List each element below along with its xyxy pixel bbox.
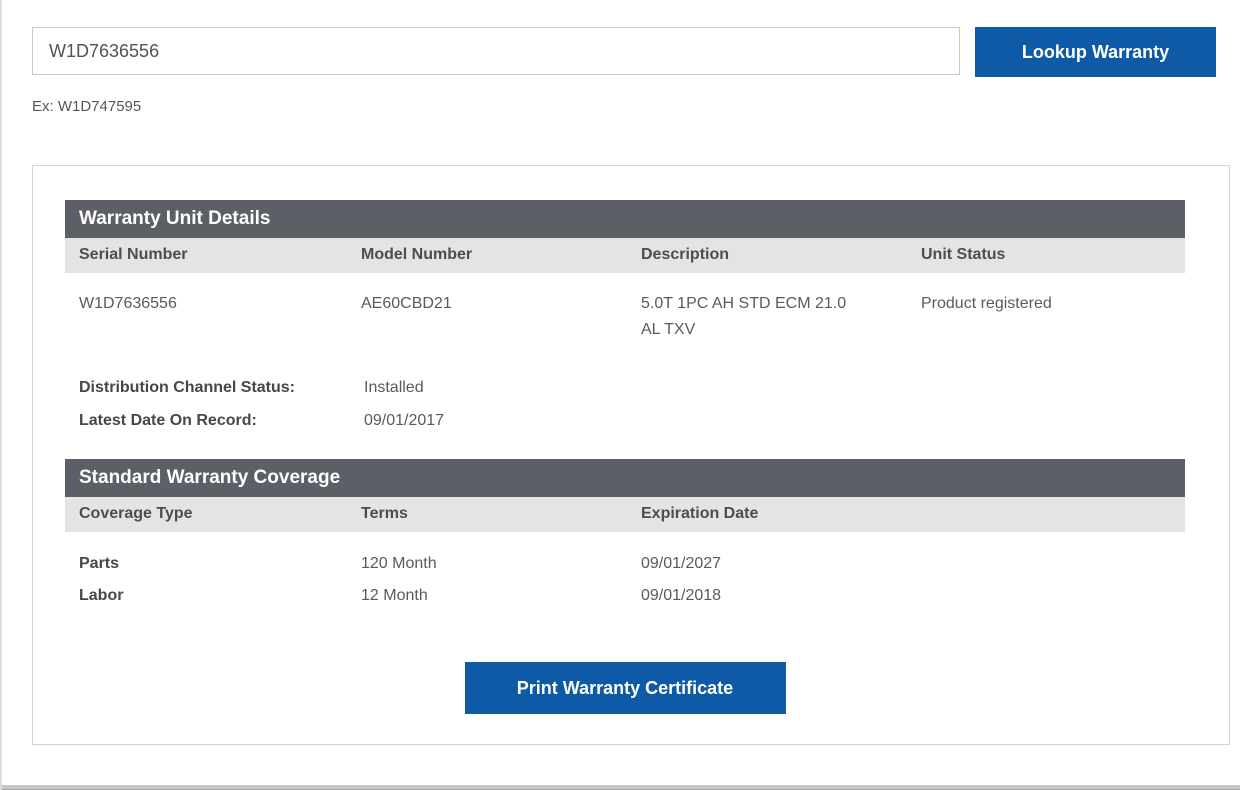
lookup-warranty-button[interactable]: Lookup Warranty [975, 27, 1216, 77]
column-header-terms: Terms [347, 505, 627, 523]
coverage-terms-value: 120 Month [347, 548, 627, 580]
column-header-description: Description [627, 246, 907, 264]
coverage-terms-value: 12 Month [347, 580, 627, 612]
coverage-type-value: Labor [65, 580, 347, 612]
latest-date-on-record-value: 09/01/2017 [347, 404, 1185, 437]
warranty-results-panel: Warranty Unit Details Serial Number Mode… [32, 165, 1230, 745]
coverage-expiration-value: 09/01/2027 [627, 548, 1185, 580]
distribution-channel-status-label: Distribution Channel Status: [65, 371, 347, 404]
serial-number-input[interactable] [32, 27, 960, 75]
column-header-coverage-type: Coverage Type [65, 505, 347, 523]
warranty-lookup-page: Lookup Warranty Ex: W1D747595 Warranty U… [0, 0, 1240, 790]
unit-details-row: W1D7636556 AE60CBD21 5.0T 1PC AH STD ECM… [65, 291, 1185, 343]
distribution-channel-status-value: Installed [347, 371, 1185, 404]
coverage-rows: Parts 120 Month 09/01/2027 Labor 12 Mont… [65, 548, 1185, 612]
column-header-model-number: Model Number [347, 246, 627, 264]
coverage-row-labor: Labor 12 Month 09/01/2018 [65, 580, 1185, 612]
description-value: 5.0T 1PC AH STD ECM 21.0 AL TXV [627, 291, 907, 343]
unit-details-section-header: Warranty Unit Details [65, 200, 1185, 238]
unit-details-column-headers: Serial Number Model Number Description U… [65, 238, 1185, 273]
column-header-expiration-date: Expiration Date [627, 505, 1185, 523]
print-button-container: Print Warranty Certificate [65, 662, 1185, 714]
column-header-serial-number: Serial Number [65, 246, 347, 264]
unit-status-value: Product registered [907, 291, 1185, 343]
coverage-row-parts: Parts 120 Month 09/01/2027 [65, 548, 1185, 580]
coverage-expiration-value: 09/01/2018 [627, 580, 1185, 612]
serial-example-hint: Ex: W1D747595 [32, 98, 1240, 115]
latest-date-on-record-row: Latest Date On Record: 09/01/2017 [65, 404, 1185, 437]
coverage-section-header: Standard Warranty Coverage [65, 459, 1185, 497]
model-number-value: AE60CBD21 [347, 291, 627, 343]
coverage-column-headers: Coverage Type Terms Expiration Date [65, 497, 1185, 532]
latest-date-on-record-label: Latest Date On Record: [65, 404, 347, 437]
serial-number-value: W1D7636556 [65, 291, 347, 343]
lookup-row: Lookup Warranty [2, 0, 1240, 77]
unit-extra-fields: Distribution Channel Status: Installed L… [65, 371, 1185, 437]
print-warranty-certificate-button[interactable]: Print Warranty Certificate [465, 662, 786, 714]
coverage-type-value: Parts [65, 548, 347, 580]
distribution-channel-status-row: Distribution Channel Status: Installed [65, 371, 1185, 404]
page-bottom-divider [2, 785, 1240, 790]
column-header-unit-status: Unit Status [907, 246, 1185, 264]
